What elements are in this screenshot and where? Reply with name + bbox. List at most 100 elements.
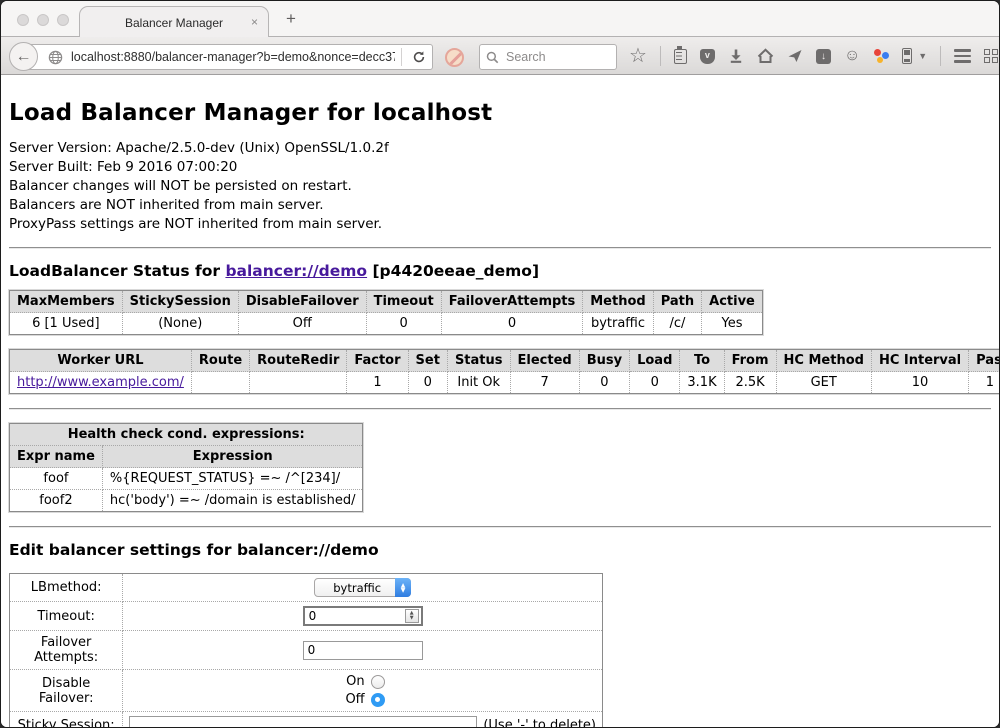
adblock-disabled-icon[interactable] (445, 48, 464, 67)
failover-attempts-input[interactable] (303, 641, 423, 660)
window-controls (17, 14, 69, 26)
cell-factor: 1 (347, 372, 408, 394)
cell-expr-name: foof2 (10, 490, 103, 512)
url-input[interactable] (69, 49, 397, 65)
sticky-delete-hint: (Use '-' to delete) (483, 718, 596, 728)
table-title-row: Health check cond. expressions: (10, 424, 363, 446)
cell-stickysession: (None) (122, 313, 238, 335)
failover-attempts-row: Failover Attempts: (10, 631, 603, 670)
cell-route (191, 372, 249, 394)
url-bar[interactable] (23, 44, 433, 70)
col-stickysession: StickySession (122, 291, 238, 313)
page-content: Load Balancer Manager for localhost Serv… (1, 75, 999, 728)
reload-button[interactable] (406, 50, 432, 64)
search-bar[interactable] (479, 44, 617, 70)
select-stepper-icon: ▲▼ (395, 578, 411, 597)
col-status: Status (447, 350, 510, 372)
number-spinner-icon[interactable]: ▲▼ (405, 609, 419, 623)
col-busy: Busy (579, 350, 629, 372)
grid-addon-icon[interactable] (984, 49, 998, 63)
cell-elected: 7 (510, 372, 579, 394)
disable-failover-row: Disable Failover: On Off (10, 670, 603, 712)
menu-icon[interactable] (954, 49, 971, 63)
cell-expression: %{REQUEST_STATUS} =~ /^[234]/ (102, 468, 363, 490)
page-title: Load Balancer Manager for localhost (9, 100, 991, 126)
cell-timeout: 0 (366, 313, 441, 335)
cell-routeredir (250, 372, 347, 394)
balancer-status-table: MaxMembers StickySession DisableFailover… (9, 290, 763, 335)
balancer-demo-link[interactable]: balancer://demo (225, 262, 367, 280)
col-disablefailover: DisableFailover (238, 291, 366, 313)
col-expression: Expression (102, 446, 363, 468)
col-passes: Passes (969, 350, 999, 372)
new-tab-button[interactable]: + (286, 9, 296, 29)
col-route: Route (191, 350, 249, 372)
timeout-label: Timeout: (10, 602, 123, 631)
cell-worker-url: http://www.example.com/ (10, 372, 192, 394)
col-factor: Factor (347, 350, 408, 372)
col-to: To (680, 350, 724, 372)
server-built-line: Server Built: Feb 9 2016 07:00:20 (9, 158, 991, 177)
timeout-row: Timeout: ▲▼ (10, 602, 603, 631)
failover-attempts-label: Failover Attempts: (10, 631, 123, 670)
col-routeredir: RouteRedir (250, 350, 347, 372)
status-heading-prefix: LoadBalancer Status for (9, 262, 225, 280)
radio-off-label: Off (341, 692, 365, 707)
col-load: Load (630, 350, 680, 372)
lbmethod-row: LBmethod: bytraffic ▲▼ (10, 574, 603, 602)
search-icon (486, 51, 499, 64)
proxypass-notice-line: ProxyPass settings are NOT inherited fro… (9, 215, 991, 234)
downloads-icon[interactable] (728, 48, 744, 64)
cell-hc-interval: 10 (871, 372, 968, 394)
toolbar-icons: ☆ v ↓ ☺ ▼ (629, 37, 998, 75)
cell-busy: 0 (579, 372, 629, 394)
sticky-session-input[interactable] (129, 716, 477, 728)
zoom-window-button[interactable] (57, 14, 69, 26)
table-header-row: Expr name Expression (10, 446, 363, 468)
search-input[interactable] (504, 49, 610, 65)
battery-addon-icon[interactable] (902, 48, 912, 64)
expr-row: foof2 hc('body') =~ /domain is establish… (10, 490, 363, 512)
back-button[interactable]: ← (9, 42, 38, 71)
browser-window: Balancer Manager × + ← (0, 0, 1000, 728)
cell-status: Init Ok (447, 372, 510, 394)
radio-on[interactable] (371, 675, 385, 689)
bookmark-star-icon[interactable]: ☆ (629, 46, 647, 66)
feedback-smiley-icon[interactable]: ☺ (844, 48, 860, 64)
cell-failoverattempts: 0 (441, 313, 583, 335)
tab-bar: Balancer Manager × + (1, 1, 999, 37)
worker-table: Worker URL Route RouteRedir Factor Set S… (9, 349, 999, 394)
col-elected: Elected (510, 350, 579, 372)
addon-dropdown-caret-icon[interactable]: ▼ (918, 51, 927, 61)
cell-set: 0 (408, 372, 447, 394)
toolbar-separator (660, 46, 661, 66)
balancer-settings-form: LBmethod: bytraffic ▲▼ Timeout: ▲▼ (9, 573, 603, 728)
back-arrow-icon: ← (16, 48, 32, 66)
tab-close-icon[interactable]: × (251, 15, 258, 29)
sticky-session-label: Sticky Session: (10, 712, 123, 728)
tab-balancer-manager[interactable]: Balancer Manager × (79, 6, 269, 38)
cell-expression: hc('body') =~ /domain is established/ (102, 490, 363, 512)
cell-to: 3.1K (680, 372, 724, 394)
colorful-dots-addon-icon[interactable] (873, 48, 889, 64)
sticky-session-cell: (Use '-' to delete) (123, 712, 603, 728)
lbmethod-select[interactable]: bytraffic ▲▼ (314, 578, 411, 597)
lbmethod-cell: bytraffic ▲▼ (123, 574, 603, 602)
disable-failover-label: Disable Failover: (10, 670, 123, 712)
col-set: Set (408, 350, 447, 372)
radio-off[interactable] (371, 693, 385, 707)
minimize-window-button[interactable] (37, 14, 49, 26)
worker-url-link[interactable]: http://www.example.com/ (17, 375, 184, 390)
hc-table-title: Health check cond. expressions: (10, 424, 363, 446)
status-heading: LoadBalancer Status for balancer://demo … (9, 262, 991, 280)
home-icon[interactable] (757, 48, 774, 64)
reading-list-icon[interactable] (674, 49, 687, 64)
col-path: Path (653, 291, 701, 313)
pocket-icon[interactable]: v (700, 49, 715, 64)
col-worker-url: Worker URL (10, 350, 192, 372)
worker-row: http://www.example.com/ 1 0 Init Ok 7 0 … (10, 372, 1000, 394)
close-window-button[interactable] (17, 14, 29, 26)
cell-passes: 1 (0) (969, 372, 999, 394)
send-plane-icon[interactable] (787, 48, 803, 64)
download-helper-addon-icon[interactable]: ↓ (816, 49, 831, 64)
